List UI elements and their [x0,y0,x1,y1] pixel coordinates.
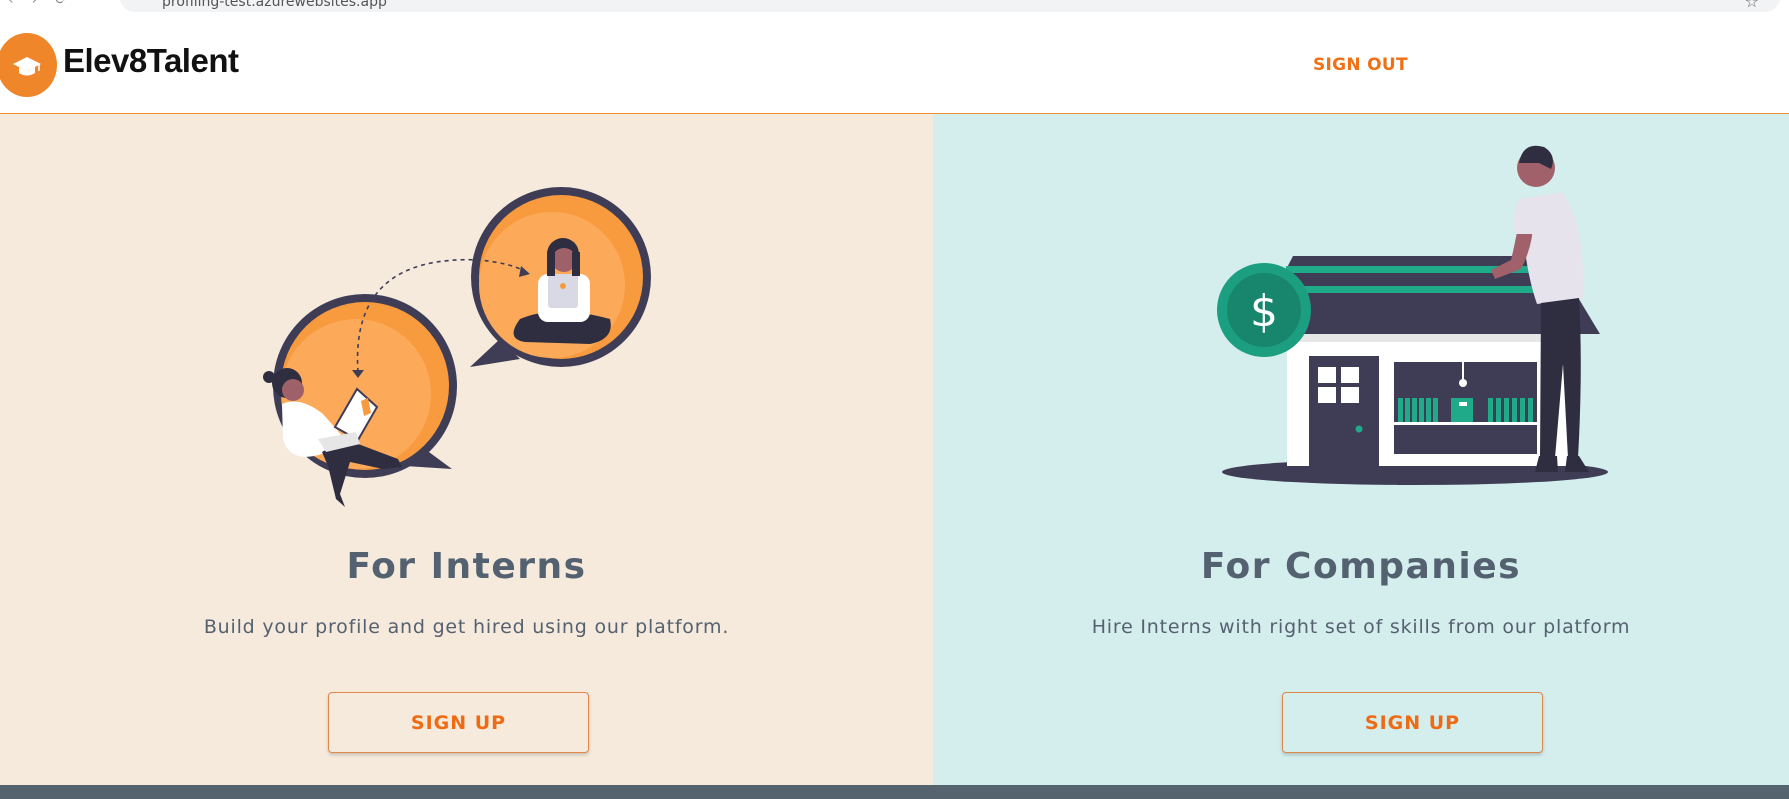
companies-subtitle: Hire Interns with right set of skills fr… [1091,616,1631,638]
interns-illustration [263,187,651,507]
bookmark-star-icon[interactable]: ☆ [1745,0,1759,11]
browser-nav-arrows-icon[interactable]: ‹›⟳ [8,0,85,8]
brand-name[interactable]: Elev8Talent [63,42,239,80]
graduation-cap-icon [13,57,41,76]
url-text[interactable]: profiling-test.azurewebsites.app [162,0,387,10]
footer-bar [0,785,1789,799]
companies-illustration: $ [1217,145,1608,485]
interns-panel: For Interns Build your profile and get h… [0,114,933,785]
site-header: Elev8Talent SIGN OUT [0,16,1789,114]
companies-signup-button[interactable]: SIGN UP [1282,692,1543,753]
sign-out-link[interactable]: SIGN OUT [1313,55,1408,75]
interns-title: For Interns [346,546,587,587]
interns-signup-button[interactable]: SIGN UP [328,692,589,753]
browser-address-bar: ‹›⟳ profiling-test.azurewebsites.app ☆ [0,0,1789,16]
svg-text:$: $ [1250,286,1278,337]
interns-subtitle: Build your profile and get hired using o… [203,616,730,638]
companies-panel: $ For Companies Hire Interns with right … [933,114,1789,785]
companies-title: For Companies [1200,546,1522,587]
